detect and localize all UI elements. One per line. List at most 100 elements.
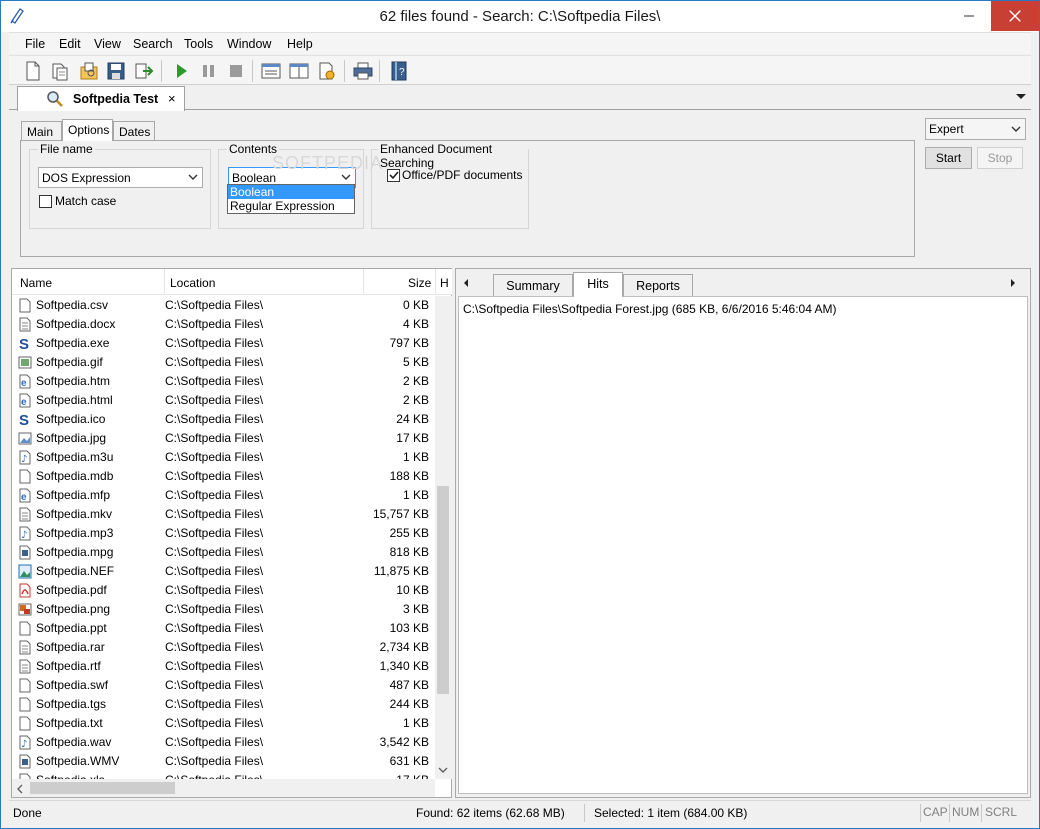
- tab-options[interactable]: Options: [62, 119, 113, 141]
- file-size: 2 KB: [402, 393, 429, 407]
- document-file-icon: [18, 317, 32, 332]
- column-extra[interactable]: H: [440, 276, 449, 290]
- file-name: Softpedia.swf: [36, 678, 109, 692]
- open-folder-button[interactable]: [77, 59, 101, 83]
- pause-button[interactable]: [197, 59, 221, 83]
- table-row[interactable]: Softpedia.docx C:\Softpedia Files\ 4 KB: [12, 315, 435, 334]
- table-row[interactable]: Softpedia.ppt C:\Softpedia Files\ 103 KB: [12, 619, 435, 638]
- file-name-mode-select[interactable]: DOS Expression: [38, 167, 203, 188]
- tab-summary[interactable]: Summary: [493, 274, 573, 296]
- vertical-scroll-thumb[interactable]: [437, 486, 449, 694]
- tab-scroll-right-icon[interactable]: [1009, 278, 1017, 288]
- file-size: 1 KB: [402, 450, 429, 464]
- file-name: Softpedia.wav: [36, 735, 112, 749]
- table-row[interactable]: Softpedia.mpg C:\Softpedia Files\ 818 KB: [12, 543, 435, 562]
- file-location: C:\Softpedia Files\: [165, 355, 264, 369]
- tab-reports[interactable]: Reports: [623, 274, 693, 296]
- file-location: C:\Softpedia Files\: [165, 374, 264, 388]
- column-size[interactable]: Size: [408, 276, 431, 290]
- table-row[interactable]: ♪ Softpedia.mp3 C:\Softpedia Files\ 255 KB: [12, 524, 435, 543]
- menu-view[interactable]: View: [94, 37, 121, 51]
- search-mode-select[interactable]: Expert: [925, 118, 1026, 140]
- horizontal-scroll-thumb[interactable]: [30, 782, 175, 794]
- open-button[interactable]: [48, 59, 72, 83]
- menu-help[interactable]: Help: [287, 37, 313, 51]
- svg-text:e: e: [21, 492, 27, 503]
- table-row[interactable]: Softpedia.WMV C:\Softpedia Files\ 631 KB: [12, 752, 435, 771]
- svg-text:S: S: [19, 336, 29, 351]
- table-row[interactable]: Softpedia.jpg C:\Softpedia Files\ 17 KB: [12, 429, 435, 448]
- table-row[interactable]: Softpedia.xlsC:\Softpedia Files\17 KB: [12, 771, 435, 779]
- table-row[interactable]: Softpedia.pdf C:\Softpedia Files\ 10 KB: [12, 581, 435, 600]
- stop-button-tb[interactable]: [224, 59, 248, 83]
- column-name[interactable]: Name: [20, 276, 52, 290]
- layout-button[interactable]: [287, 59, 311, 83]
- table-row[interactable]: S Softpedia.ico C:\Softpedia Files\ 24 KB: [12, 410, 435, 429]
- dropdown-option-regex[interactable]: Regular Expression: [228, 199, 354, 213]
- settings-button[interactable]: [315, 59, 339, 83]
- file-size: 103 KB: [389, 621, 429, 635]
- table-row[interactable]: Softpedia.mkv C:\Softpedia Files\ 15,757 K…: [12, 505, 435, 524]
- view-button[interactable]: [259, 59, 283, 83]
- view-icon: [261, 63, 281, 79]
- table-row[interactable]: Softpedia.mdb C:\Softpedia Files\ 188 KB: [12, 467, 435, 486]
- table-row[interactable]: Softpedia.png C:\Softpedia Files\ 3 KB: [12, 600, 435, 619]
- table-row[interactable]: S Softpedia.exe C:\Softpedia Files\ 797 KB: [12, 334, 435, 353]
- menu-edit[interactable]: Edit: [59, 37, 81, 51]
- close-button[interactable]: [991, 1, 1039, 31]
- table-row[interactable]: e Softpedia.html C:\Softpedia Files\ 2 KB: [12, 391, 435, 410]
- file-name: Softpedia.html: [36, 393, 113, 407]
- stop-button[interactable]: Stop: [977, 147, 1023, 169]
- menu-file[interactable]: File: [25, 37, 45, 51]
- table-row[interactable]: Softpedia.gif C:\Softpedia Files\ 5 KB: [12, 353, 435, 372]
- table-row[interactable]: ♪ Softpedia.wav C:\Softpedia Files\ 3,542 K…: [12, 733, 435, 752]
- blank-file-icon: [18, 469, 32, 484]
- status-selected: Selected: 1 item (684.00 KB): [594, 806, 748, 820]
- file-size: 1 KB: [402, 716, 429, 730]
- contents-mode-dropdown-list: Boolean Regular Expression: [227, 184, 355, 214]
- table-row[interactable]: Softpedia.csv C:\Softpedia Files\ 0 KB: [12, 296, 435, 315]
- tab-close-button[interactable]: ×: [168, 91, 176, 106]
- match-case-checkbox[interactable]: [39, 195, 52, 208]
- vertical-scrollbar[interactable]: [435, 296, 452, 779]
- scroll-left-icon[interactable]: [16, 784, 24, 794]
- table-row[interactable]: e Softpedia.htm C:\Softpedia Files\ 2 KB: [12, 372, 435, 391]
- table-row[interactable]: Softpedia.NEF C:\Softpedia Files\ 11,875 K…: [12, 562, 435, 581]
- scroll-down-icon[interactable]: [438, 766, 448, 774]
- save-button[interactable]: [104, 59, 128, 83]
- tab-hits[interactable]: Hits: [573, 272, 623, 297]
- column-location[interactable]: Location: [170, 276, 215, 290]
- tab-list-dropdown-icon[interactable]: [1015, 90, 1027, 102]
- hit-entry[interactable]: C:\Softpedia Files\Softpedia Forest.jpg …: [463, 302, 837, 316]
- tab-softpedia-test[interactable]: Softpedia Test ×: [17, 86, 185, 111]
- menu-window[interactable]: Window: [227, 37, 271, 51]
- table-row[interactable]: Softpedia.txt C:\Softpedia Files\ 1 KB: [12, 714, 435, 733]
- minimize-button[interactable]: [946, 1, 992, 31]
- video-file-icon: [18, 545, 32, 560]
- close-icon: [1009, 10, 1021, 22]
- office-pdf-checkbox[interactable]: [387, 169, 400, 182]
- num-lock-indicator: NUM: [952, 805, 980, 819]
- help-button[interactable]: ?: [387, 59, 411, 83]
- menu-search[interactable]: Search: [133, 37, 173, 51]
- options-panel: File name DOS Expression Match case Cont…: [20, 140, 915, 257]
- table-row[interactable]: e Softpedia.mfp C:\Softpedia Files\ 1 KB: [12, 486, 435, 505]
- new-button[interactable]: [21, 59, 45, 83]
- print-button[interactable]: [351, 59, 375, 83]
- start-search-button[interactable]: [169, 59, 193, 83]
- horizontal-scrollbar[interactable]: [12, 779, 435, 797]
- tab-scroll-left-icon[interactable]: [462, 278, 470, 288]
- start-button[interactable]: Start: [925, 147, 972, 169]
- export-button[interactable]: [132, 59, 156, 83]
- tab-main[interactable]: Main: [21, 121, 62, 140]
- tab-dates[interactable]: Dates: [113, 121, 155, 140]
- menu-tools[interactable]: Tools: [184, 37, 213, 51]
- file-size: 2 KB: [402, 374, 429, 388]
- minimize-icon: [964, 15, 974, 17]
- table-row[interactable]: Softpedia.rtf C:\Softpedia Files\ 1,340 KB: [12, 657, 435, 676]
- table-row[interactable]: ♪ Softpedia.m3u C:\Softpedia Files\ 1 KB: [12, 448, 435, 467]
- table-row[interactable]: Softpedia.rar C:\Softpedia Files\ 2,734 KB: [12, 638, 435, 657]
- table-row[interactable]: Softpedia.tgs C:\Softpedia Files\ 244 KB: [12, 695, 435, 714]
- dropdown-option-boolean[interactable]: Boolean: [228, 185, 354, 199]
- table-row[interactable]: Softpedia.swf C:\Softpedia Files\ 487 KB: [12, 676, 435, 695]
